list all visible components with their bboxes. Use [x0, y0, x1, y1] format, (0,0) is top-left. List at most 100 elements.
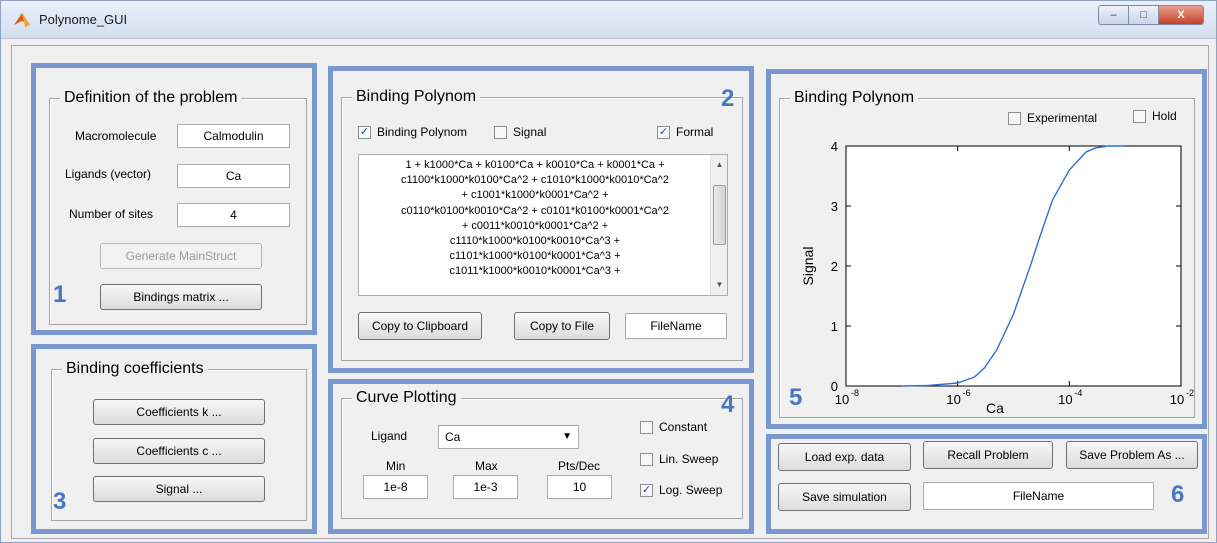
checkbox-empty-icon [640, 420, 653, 434]
ligands-field[interactable]: Ca [177, 164, 290, 188]
scroll-up-icon[interactable]: ▲ [711, 157, 727, 173]
io-filename-field[interactable]: FileName [923, 482, 1154, 510]
close-button[interactable]: X [1158, 5, 1204, 25]
x-axis-label: Ca [986, 400, 1004, 416]
experimental-label: Experimental [1027, 111, 1098, 125]
maximize-icon: □ [1140, 9, 1147, 21]
y-tick-label: 1 [831, 319, 838, 334]
polynom-listbox[interactable]: 1 + k1000*Ca + k0100*Ca + k0010*Ca + k00… [358, 154, 728, 296]
chevron-down-icon: ▼ [562, 431, 572, 442]
polynom-line: + c1001*k1000*k0001*Ca^2 + [461, 189, 609, 202]
copy-clipboard-button[interactable]: Copy to Clipboard [358, 312, 482, 340]
checkbox-empty-icon [1133, 109, 1146, 123]
constant-checkbox[interactable]: Constant [640, 420, 707, 434]
coefficients-k-button[interactable]: Coefficients k ... [93, 399, 265, 425]
scroll-thumb[interactable] [713, 185, 726, 245]
panel-number-3: 3 [53, 488, 67, 515]
bindings-matrix-button[interactable]: Bindings matrix ... [100, 284, 262, 310]
minimize-icon: – [1110, 9, 1117, 21]
polynom-line: c1011*k1000*k0010*k0001*Ca^3 + [449, 265, 621, 278]
min-label: Min [386, 459, 406, 473]
window-title: Polynome_GUI [39, 12, 128, 27]
signal-check-label: Signal [513, 125, 547, 139]
binding-polynom-check-label: Binding Polynom [377, 125, 468, 139]
binding-polynom-checkbox[interactable]: ✓ Binding Polynom [358, 125, 467, 139]
polynom-line: c1110*k1000*k0100*k0010*Ca^3 + [449, 235, 621, 248]
macromolecule-label: Macromolecule [75, 129, 157, 143]
polynom-line: 1 + k1000*Ca + k0100*Ca + k0010*Ca + k00… [405, 159, 665, 171]
title-bar: Polynome_GUI – □ X [1, 1, 1216, 39]
checkmark-icon: ✓ [657, 125, 670, 139]
polynom-line: c0110*k0100*k0010*Ca^2 + c0101*k0100*k00… [401, 204, 669, 217]
definition-title: Definition of the problem [60, 88, 242, 108]
main-window: Polynome_GUI – □ X Definition of the pro… [0, 0, 1217, 543]
signal-checkbox[interactable]: Signal [494, 125, 546, 139]
panel-number-2: 2 [721, 85, 735, 112]
max-label: Max [475, 459, 498, 473]
checkbox-empty-icon [494, 125, 507, 139]
minimize-button[interactable]: – [1098, 5, 1128, 25]
load-exp-data-button[interactable]: Load exp. data [778, 443, 911, 471]
scroll-down-icon[interactable]: ▼ [711, 277, 727, 293]
ligand-select[interactable]: Ca ▼ [438, 425, 579, 449]
x-tick-exponent: -4 [1074, 388, 1082, 398]
polynom-text: 1 + k1000*Ca + k0100*Ca + k0010*Ca + k00… [359, 158, 711, 280]
ligand-select-value: Ca [445, 430, 461, 444]
y-axis-label: Signal [800, 247, 816, 286]
save-simulation-button[interactable]: Save simulation [778, 483, 911, 511]
polynom-line: c1100*k1000*k0100*Ca^2 + c1010*k1000*k00… [401, 174, 669, 187]
pts-label: Pts/Dec [558, 459, 601, 473]
polynom-title: Binding Polynom [352, 87, 481, 107]
ligand-label: Ligand [371, 429, 408, 443]
recall-problem-button[interactable]: Recall Problem [923, 441, 1053, 469]
x-tick-label: 10 [946, 392, 960, 407]
signal-chart: 01234 10 -8 10 -6 10 -4 10 -2 Ca Signal [800, 139, 1194, 416]
y-tick-label: 4 [831, 139, 838, 154]
checkmark-icon: ✓ [358, 125, 371, 139]
log-sweep-checkbox[interactable]: ✓ Log. Sweep [640, 483, 722, 497]
close-icon: X [1177, 9, 1185, 21]
panel-number-6: 6 [1171, 481, 1185, 508]
panel-number-4: 4 [721, 391, 735, 418]
experimental-checkbox[interactable]: Experimental [1008, 111, 1097, 125]
x-tick-exponent: -2 [1186, 388, 1194, 398]
copy-file-button[interactable]: Copy to File [514, 312, 610, 340]
coefficients-title: Binding coefficients [62, 359, 208, 379]
plot-title: Binding Polynom [790, 88, 919, 108]
matlab-app-icon [14, 13, 30, 27]
polynom-filename-field[interactable]: FileName [625, 313, 727, 339]
formal-check-label: Formal [676, 125, 714, 139]
hold-label: Hold [1152, 109, 1177, 123]
y-tick-label: 3 [831, 199, 838, 214]
hold-checkbox[interactable]: Hold [1133, 109, 1177, 123]
signal-button[interactable]: Signal ... [93, 476, 265, 502]
x-tick-label: 10 [835, 392, 849, 407]
constant-label: Constant [659, 420, 708, 434]
macromolecule-field[interactable]: Calmodulin [177, 124, 290, 148]
checkmark-icon: ✓ [640, 483, 653, 497]
panel-number-1: 1 [53, 281, 67, 308]
sites-field[interactable]: 4 [177, 203, 290, 227]
lin-sweep-label: Lin. Sweep [659, 452, 719, 466]
y-tick-label: 2 [831, 259, 838, 274]
x-tick-label: 10 [1170, 392, 1184, 407]
log-sweep-label: Log. Sweep [659, 483, 723, 497]
x-tick-label: 10 [1058, 392, 1072, 407]
curve-title: Curve Plotting [352, 388, 461, 408]
maximize-button[interactable]: □ [1128, 5, 1158, 25]
x-tick-exponent: -8 [851, 388, 859, 398]
lin-sweep-checkbox[interactable]: Lin. Sweep [640, 452, 718, 466]
generate-mainstruct-button[interactable]: Generate MainStruct [100, 243, 262, 269]
checkbox-empty-icon [640, 452, 653, 466]
polynom-scrollbar[interactable]: ▲ ▼ [710, 155, 727, 295]
plot-area [845, 145, 1182, 387]
polynom-line: + c0011*k0010*k0001*Ca^2 + [461, 219, 609, 232]
save-problem-as-button[interactable]: Save Problem As ... [1066, 441, 1198, 469]
min-field[interactable]: 1e-8 [363, 475, 428, 499]
checkbox-empty-icon [1008, 111, 1021, 125]
x-tick-exponent: -6 [963, 388, 971, 398]
max-field[interactable]: 1e-3 [453, 475, 518, 499]
coefficients-c-button[interactable]: Coefficients c ... [93, 438, 265, 464]
formal-checkbox[interactable]: ✓ Formal [657, 125, 713, 139]
pts-field[interactable]: 10 [547, 475, 612, 499]
